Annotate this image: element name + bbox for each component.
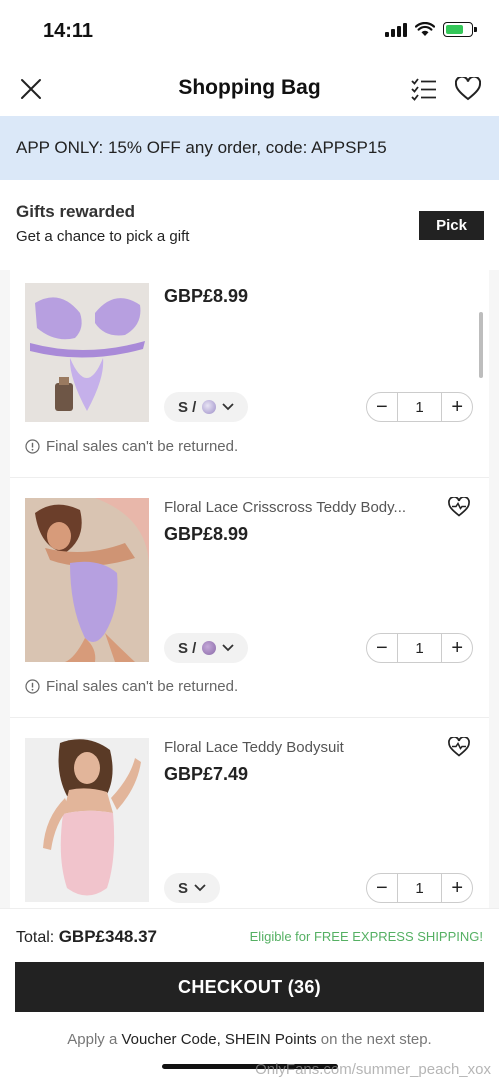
cart-list[interactable]: GBP£8.99 S / − 1 + Final sales can't be … bbox=[0, 270, 499, 908]
return-note: Final sales can't be returned. bbox=[25, 678, 238, 695]
quantity-value[interactable]: 1 bbox=[396, 634, 443, 662]
move-to-wishlist-button[interactable] bbox=[446, 494, 472, 520]
gifts-subtitle: Get a chance to pick a gift bbox=[16, 228, 190, 245]
cart-item: Floral Lace Teddy Bodysuit GBP£7.49 S − … bbox=[10, 718, 489, 908]
chevron-down-icon bbox=[194, 884, 206, 892]
product-image[interactable] bbox=[25, 498, 149, 662]
cart-item: Floral Lace Crisscross Teddy Body... GBP… bbox=[10, 478, 489, 717]
heart-pulse-icon bbox=[448, 737, 470, 757]
info-icon bbox=[25, 439, 40, 454]
checkout-footer: Total: GBP£348.37 Eligible for FREE EXPR… bbox=[0, 908, 499, 1080]
battery-icon bbox=[443, 22, 477, 37]
close-icon bbox=[21, 79, 41, 99]
size-label: S / bbox=[178, 398, 197, 416]
increase-button[interactable]: + bbox=[442, 874, 472, 902]
quantity-value[interactable]: 1 bbox=[396, 393, 443, 421]
heart-icon bbox=[455, 77, 481, 101]
status-icons bbox=[385, 22, 477, 37]
size-color-selector[interactable]: S / bbox=[164, 392, 249, 422]
cart-card: GBP£8.99 S / − 1 + Final sales can't be … bbox=[10, 270, 489, 908]
color-swatch bbox=[202, 400, 217, 414]
total: Total: GBP£348.37 bbox=[16, 927, 157, 947]
status-bar: 14:11 bbox=[0, 0, 499, 60]
item-price: GBP£8.99 bbox=[164, 286, 249, 306]
chevron-down-icon bbox=[222, 644, 234, 652]
watermark: OnlyFans.com/summer_peach_xox bbox=[255, 1061, 491, 1078]
decrease-button[interactable]: − bbox=[367, 393, 397, 421]
size-color-selector[interactable]: S / bbox=[164, 633, 249, 663]
gifts-section: Gifts rewarded Get a chance to pick a gi… bbox=[0, 180, 499, 270]
signal-icon bbox=[385, 22, 407, 37]
promo-banner[interactable]: APP ONLY: 15% OFF any order, code: APPSP… bbox=[0, 116, 499, 180]
voucher-link[interactable]: Voucher Code, bbox=[122, 1031, 221, 1048]
move-to-wishlist-button[interactable] bbox=[446, 734, 472, 760]
product-image[interactable] bbox=[25, 738, 149, 902]
size-selector[interactable]: S bbox=[164, 873, 221, 903]
total-label: Total: bbox=[16, 929, 55, 946]
promo-text: APP ONLY: 15% OFF any order, code: APPSP… bbox=[16, 138, 387, 157]
close-button[interactable] bbox=[14, 72, 48, 106]
apply-suffix: on the next step. bbox=[320, 1031, 432, 1048]
heart-pulse-icon bbox=[448, 497, 470, 517]
quantity-stepper: − 1 + bbox=[366, 392, 473, 422]
apply-prefix: Apply a bbox=[67, 1031, 118, 1048]
total-value: GBP£348.37 bbox=[58, 927, 157, 946]
decrease-button[interactable]: − bbox=[367, 874, 397, 902]
checklist-icon bbox=[411, 78, 436, 101]
item-price: GBP£7.49 bbox=[164, 764, 249, 784]
free-shipping-note: Eligible for FREE EXPRESS SHIPPING! bbox=[249, 929, 483, 944]
item-name[interactable]: Floral Lace Teddy Bodysuit bbox=[164, 739, 344, 756]
increase-button[interactable]: + bbox=[442, 634, 472, 662]
item-price: GBP£8.99 bbox=[164, 524, 249, 544]
pick-gift-button[interactable]: Pick bbox=[419, 211, 484, 240]
size-label: S bbox=[178, 879, 189, 897]
quantity-value[interactable]: 1 bbox=[396, 874, 443, 902]
checklist-button[interactable] bbox=[407, 72, 441, 106]
item-name[interactable]: Floral Lace Crisscross Teddy Body... bbox=[164, 499, 406, 516]
return-note: Final sales can't be returned. bbox=[25, 438, 238, 455]
status-time: 14:11 bbox=[43, 20, 94, 42]
size-label: S / bbox=[178, 639, 197, 657]
info-icon bbox=[25, 679, 40, 694]
wifi-icon bbox=[415, 22, 435, 36]
return-note-text: Final sales can't be returned. bbox=[46, 438, 239, 455]
scrollbar[interactable] bbox=[479, 312, 483, 378]
cart-item: GBP£8.99 S / − 1 + Final sales can't be … bbox=[10, 270, 489, 477]
product-image[interactable] bbox=[25, 283, 149, 422]
header: Shopping Bag bbox=[0, 62, 499, 116]
increase-button[interactable]: + bbox=[442, 393, 472, 421]
return-note-text: Final sales can't be returned. bbox=[46, 678, 239, 695]
apply-note: Apply a Voucher Code, SHEIN Points on th… bbox=[0, 1031, 499, 1048]
decrease-button[interactable]: − bbox=[367, 634, 397, 662]
points-link[interactable]: SHEIN Points bbox=[225, 1031, 317, 1048]
chevron-down-icon bbox=[222, 403, 234, 411]
checkout-button[interactable]: CHECKOUT (36) bbox=[15, 962, 484, 1012]
wishlist-button[interactable] bbox=[451, 72, 485, 106]
quantity-stepper: − 1 + bbox=[366, 873, 473, 903]
quantity-stepper: − 1 + bbox=[366, 633, 473, 663]
color-swatch bbox=[202, 641, 217, 655]
gifts-title: Gifts rewarded bbox=[16, 202, 136, 221]
